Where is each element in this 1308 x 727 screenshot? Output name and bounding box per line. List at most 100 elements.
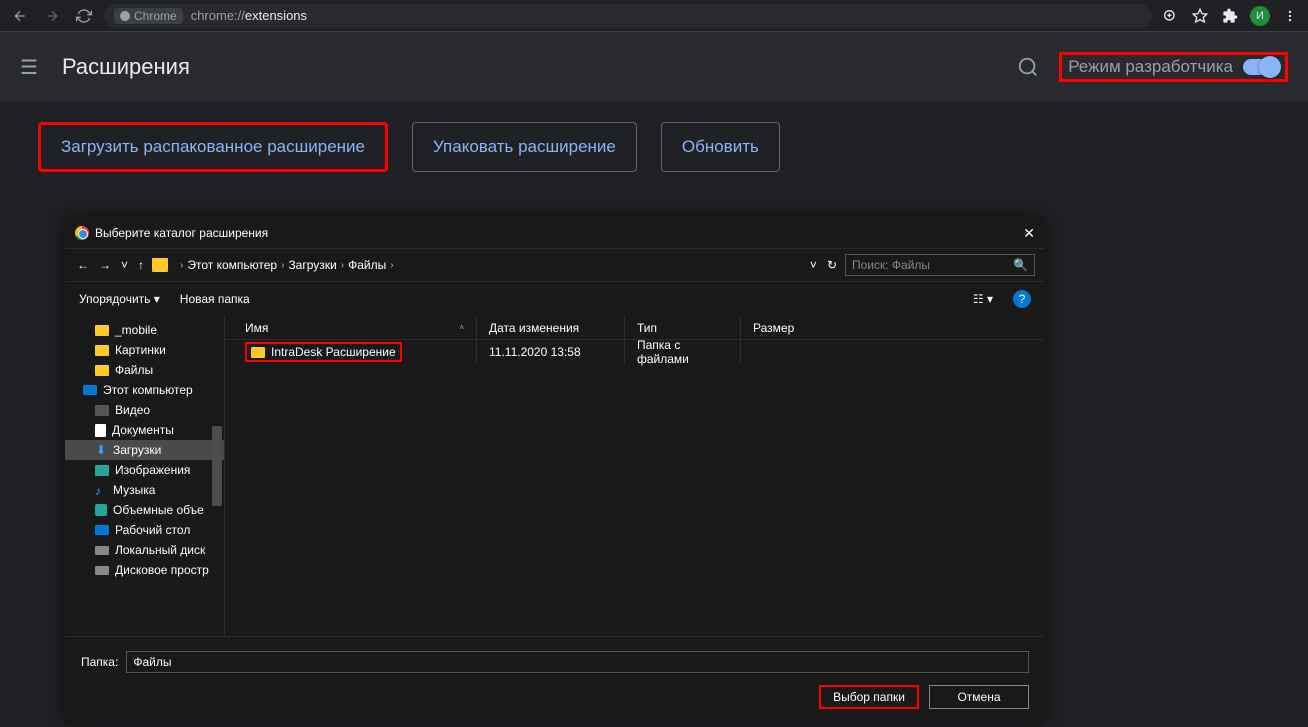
crumb-1[interactable]: Загрузки <box>288 258 336 272</box>
file-size <box>741 340 1045 364</box>
tree-item[interactable]: ⬇Загрузки <box>65 440 224 460</box>
chrome-icon-small <box>120 11 130 21</box>
folder-icon <box>152 258 168 272</box>
file-name: IntraDesk Расширение <box>271 345 396 359</box>
tree-item[interactable]: ♪Музыка <box>65 480 224 500</box>
search-icon[interactable] <box>1017 56 1039 78</box>
hamburger-icon[interactable]: ☰ <box>20 55 38 80</box>
developer-mode-toggle[interactable] <box>1243 59 1279 75</box>
folder-tree: _mobile Картинки Файлы Этот компьютер Видео Д… <box>65 316 225 636</box>
tree-item-label: Музыка <box>113 483 155 497</box>
zoom-icon[interactable] <box>1160 6 1180 26</box>
tree-item-label: Загрузки <box>113 443 161 457</box>
list-header: Имя˄ Дата изменения Тип Размер <box>225 316 1045 340</box>
refresh-button[interactable]: Обновить <box>661 122 780 172</box>
folder-row: Папка: <box>81 651 1029 673</box>
dialog-body: _mobile Картинки Файлы Этот компьютер Видео Д… <box>65 316 1045 636</box>
chrome-icon <box>75 226 89 240</box>
tree-item-label: Локальный диск <box>115 543 205 557</box>
developer-mode-label: Режим разработчика <box>1068 57 1233 77</box>
nav-up-icon[interactable]: ↑ <box>136 258 146 272</box>
developer-mode: Режим разработчика <box>1059 52 1288 82</box>
column-date[interactable]: Дата изменения <box>477 316 625 339</box>
pack-extension-button[interactable]: Упаковать расширение <box>412 122 637 172</box>
dialog-footer: Папка: Выбор папки Отмена <box>65 636 1045 723</box>
file-date: 11.11.2020 13:58 <box>477 340 625 364</box>
extensions-icon[interactable] <box>1220 6 1240 26</box>
tree-item[interactable]: Объемные объе <box>65 500 224 520</box>
folder-icon <box>251 347 265 358</box>
address-prefix: Chrome <box>134 9 177 23</box>
organize-menu[interactable]: Упорядочить ▾ <box>79 292 160 306</box>
extensions-header: ☰ Расширения Режим разработчика <box>0 32 1308 102</box>
chevron-icon: › <box>341 260 344 271</box>
load-unpacked-button[interactable]: Загрузить распакованное расширение <box>38 122 388 172</box>
view-options-icon[interactable]: ☷ ▾ <box>973 292 993 306</box>
search-placeholder: Поиск: Файлы <box>852 258 930 272</box>
tree-item[interactable]: Картинки <box>65 340 224 360</box>
tree-item[interactable]: Видео <box>65 400 224 420</box>
toolbar-right: И <box>1160 6 1300 26</box>
help-icon[interactable]: ? <box>1013 290 1031 308</box>
back-button[interactable] <box>8 4 32 28</box>
avatar[interactable]: И <box>1250 6 1270 26</box>
address-path: extensions <box>245 8 307 23</box>
list-row[interactable]: IntraDesk Расширение 11.11.2020 13:58Папк… <box>225 340 1045 364</box>
chrome-label: Chrome <box>114 8 183 24</box>
tree-item[interactable]: Локальный диск <box>65 540 224 560</box>
tree-item-label: Этот компьютер <box>103 383 193 397</box>
tree-item[interactable]: Документы <box>65 420 224 440</box>
crumb-0[interactable]: Этот компьютер <box>187 258 277 272</box>
tree-item[interactable]: Файлы <box>65 360 224 380</box>
file-type: Папка с файлами <box>625 340 741 364</box>
new-folder-button[interactable]: Новая папка <box>180 292 250 306</box>
tree-item[interactable]: Дисковое простр <box>65 560 224 580</box>
chevron-icon: › <box>281 260 284 271</box>
folder-label: Папка: <box>81 655 118 669</box>
tree-item-label: Дисковое простр <box>115 563 209 577</box>
dialog-toolbar: Упорядочить ▾ Новая папка ☷ ▾ ? <box>65 282 1045 316</box>
chevron-icon: › <box>180 260 183 271</box>
button-row: Выбор папки Отмена <box>81 685 1029 709</box>
forward-button[interactable] <box>40 4 64 28</box>
menu-dots-icon[interactable] <box>1280 6 1300 26</box>
column-type[interactable]: Тип <box>625 316 741 339</box>
star-icon[interactable] <box>1190 6 1210 26</box>
folder-input[interactable] <box>126 651 1029 673</box>
crumb-2[interactable]: Файлы <box>348 258 386 272</box>
reload-button[interactable] <box>72 4 96 28</box>
dialog-titlebar: Выберите каталог расширения ✕ <box>65 218 1045 248</box>
tree-item-label: Видео <box>115 403 150 417</box>
cancel-button[interactable]: Отмена <box>929 685 1029 709</box>
column-size[interactable]: Размер <box>741 316 1045 339</box>
refresh-icon[interactable]: ↻ <box>825 258 839 272</box>
nav-back-icon[interactable]: ← <box>75 258 91 272</box>
tree-item[interactable]: _mobile <box>65 320 224 340</box>
select-folder-button[interactable]: Выбор папки <box>819 685 919 709</box>
nav-dropdown-icon[interactable]: ˅ <box>119 258 130 272</box>
tree-item-label: _mobile <box>115 323 157 337</box>
address-host: chrome:// <box>191 8 245 23</box>
tree-item-label: Объемные объе <box>113 503 204 517</box>
search-input[interactable]: Поиск: Файлы 🔍 <box>845 254 1035 276</box>
chevron-icon: › <box>390 260 393 271</box>
breadcrumb[interactable]: › Этот компьютер › Загрузки › Файлы › <box>180 258 802 272</box>
dialog-title: Выберите каталог расширения <box>95 226 268 240</box>
address-dropdown-icon[interactable]: ˅ <box>808 258 819 272</box>
tree-item-label: Изображения <box>115 463 190 477</box>
tree-item-label: Рабочий стол <box>115 523 190 537</box>
tree-item[interactable]: Рабочий стол <box>65 520 224 540</box>
tree-item[interactable]: Изображения <box>65 460 224 480</box>
tree-item-label: Документы <box>112 423 174 437</box>
search-icon: 🔍 <box>1013 258 1028 272</box>
sort-asc-icon: ˄ <box>459 323 464 332</box>
column-name[interactable]: Имя˄ <box>225 316 477 339</box>
address-bar[interactable]: Chrome chrome://extensions <box>104 4 1152 28</box>
action-row: Загрузить распакованное расширение Упако… <box>0 102 1308 192</box>
close-icon[interactable]: ✕ <box>1023 225 1035 242</box>
scrollbar-thumb[interactable] <box>212 426 222 506</box>
tree-item[interactable]: Этот компьютер <box>65 380 224 400</box>
tree-item-label: Картинки <box>115 343 166 357</box>
file-dialog: Выберите каталог расширения ✕ ← → ˅ ↑ › … <box>65 218 1045 723</box>
nav-forward-icon[interactable]: → <box>97 258 113 272</box>
